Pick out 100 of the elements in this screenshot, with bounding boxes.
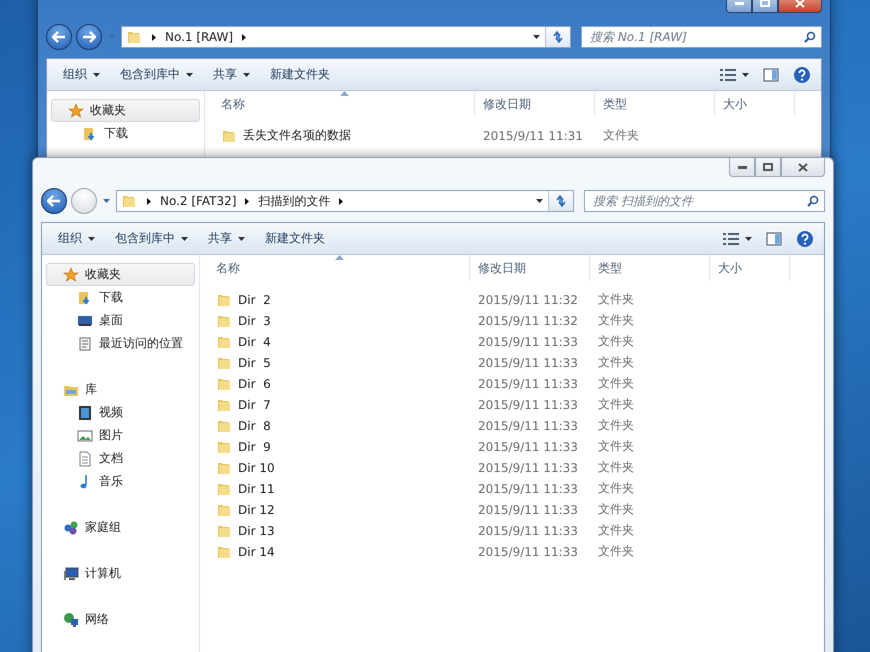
- file-name[interactable]: Dir 12: [208, 502, 470, 518]
- file-name[interactable]: Dir 2: [208, 292, 470, 308]
- caret-icon: [243, 72, 250, 76]
- close-button[interactable]: [781, 158, 825, 177]
- file-name[interactable]: Dir 10: [208, 460, 470, 476]
- forward-button[interactable]: [76, 24, 102, 50]
- toolbar-button[interactable]: 共享: [205, 62, 258, 87]
- minimize-icon: [734, 2, 744, 4]
- caret-icon: [93, 72, 100, 76]
- toolbar-button[interactable]: 包含到库中: [112, 62, 201, 87]
- file-name[interactable]: Dir 4: [208, 334, 470, 350]
- refresh-button[interactable]: [545, 27, 570, 47]
- breadcrumb[interactable]: 扫描到的文件: [255, 192, 334, 210]
- address-bar[interactable]: No.2 [FAT32] 扫描到的文件: [116, 190, 574, 212]
- toolbar-button[interactable]: 组织: [55, 62, 108, 87]
- nav-item[interactable]: 桌面: [46, 309, 195, 332]
- file-name[interactable]: 丢失文件名项的数据: [213, 127, 475, 144]
- modified-date: 2015/9/11 11:33: [477, 502, 579, 516]
- file-type: 文件夹: [597, 396, 635, 413]
- caret-icon: [742, 72, 749, 76]
- toolbar-button[interactable]: 组织: [50, 226, 103, 251]
- file-type: 文件夹: [597, 480, 635, 497]
- modified-date: 2015/9/11 11:31: [482, 128, 584, 142]
- file-type: 文件夹: [597, 417, 635, 434]
- nav-item[interactable]: 视频: [46, 401, 195, 424]
- column-header[interactable]: 类型: [595, 91, 715, 117]
- caret-icon: [88, 236, 95, 240]
- toolbar-button[interactable]: 共享: [200, 226, 253, 251]
- nav-item[interactable]: 收藏夹: [46, 263, 195, 286]
- preview-pane-button[interactable]: [761, 66, 781, 84]
- history-dropdown-button[interactable]: [101, 197, 112, 205]
- nav-item[interactable]: 库: [46, 378, 195, 401]
- column-header[interactable]: 修改日期: [475, 91, 595, 117]
- search-icon: [804, 31, 816, 43]
- file-name[interactable]: Dir 8: [208, 418, 470, 434]
- network-icon: [63, 612, 79, 628]
- star-icon: [68, 102, 84, 118]
- file-type: 文件夹: [602, 127, 640, 144]
- nav-item[interactable]: 最近访问的位置: [46, 332, 195, 355]
- breadcrumb[interactable]: No.1 [RAW]: [162, 30, 236, 44]
- column-header[interactable]: 类型: [590, 255, 710, 281]
- caret-icon: [181, 236, 188, 240]
- file-name[interactable]: Dir 9: [208, 438, 470, 454]
- file-type: 文件夹: [597, 312, 635, 329]
- modified-date: 2015/9/11 11:32: [477, 314, 579, 328]
- help-icon: [796, 230, 814, 248]
- column-header[interactable]: 大小: [710, 255, 790, 281]
- toolbar-button[interactable]: 新建文件夹: [257, 226, 333, 251]
- left-arrow-icon: [52, 31, 66, 43]
- chevron-icon: [339, 198, 344, 204]
- file-name[interactable]: Dir 7: [208, 396, 470, 412]
- nav-item[interactable]: 音乐: [46, 470, 195, 493]
- column-header[interactable]: 名称: [208, 255, 470, 281]
- preview-pane-icon: [766, 232, 782, 246]
- maximize-icon: [763, 163, 773, 171]
- maximize-button[interactable]: [755, 158, 781, 177]
- modified-date: 2015/9/11 11:33: [477, 482, 579, 496]
- file-name[interactable]: Dir 5: [208, 354, 470, 370]
- file-type: 文件夹: [597, 522, 635, 539]
- list-view-icon: [723, 232, 739, 244]
- star-icon: [63, 266, 79, 282]
- search-field[interactable]: 搜索 No.1 [RAW]: [581, 26, 822, 48]
- folder-icon: [121, 193, 137, 209]
- modified-date: 2015/9/11 11:33: [477, 376, 579, 390]
- column-header[interactable]: 名称: [213, 91, 475, 117]
- close-icon: [795, 0, 805, 8]
- column-header[interactable]: 大小: [715, 91, 795, 117]
- modified-date: 2015/9/11 11:33: [477, 398, 579, 412]
- nav-item[interactable]: 家庭组: [46, 516, 195, 539]
- column-header[interactable]: 修改日期: [470, 255, 590, 281]
- nav-item[interactable]: 网络: [46, 608, 195, 631]
- file-name[interactable]: Dir 3: [208, 312, 470, 328]
- nav-item[interactable]: 图片: [46, 424, 195, 447]
- toolbar-button[interactable]: 包含到库中: [107, 226, 196, 251]
- view-options-button[interactable]: [721, 230, 754, 246]
- chevron-icon: [147, 198, 151, 204]
- nav-item[interactable]: 收藏夹: [51, 99, 200, 122]
- file-name[interactable]: Dir 11: [208, 480, 470, 496]
- file-type: 文件夹: [597, 459, 635, 476]
- preview-pane-button[interactable]: [764, 230, 784, 248]
- nav-item[interactable]: 下载: [51, 122, 200, 145]
- nav-item[interactable]: 下载: [46, 286, 195, 309]
- homegroup-icon: [63, 520, 79, 536]
- refresh-button[interactable]: [548, 191, 573, 211]
- minimize-button[interactable]: [729, 158, 755, 177]
- file-name[interactable]: Dir 6: [208, 376, 470, 392]
- toolbar-button[interactable]: 新建文件夹: [262, 62, 338, 87]
- search-field[interactable]: 搜索 扫描到的文件: [584, 190, 825, 212]
- nav-item[interactable]: 文档: [46, 447, 195, 470]
- breadcrumb[interactable]: No.2 [FAT32]: [157, 194, 240, 208]
- nav-item[interactable]: 计算机: [46, 562, 195, 585]
- back-button[interactable]: [41, 188, 67, 214]
- view-options-button[interactable]: [718, 66, 751, 82]
- file-name[interactable]: Dir 13: [208, 522, 470, 538]
- back-button[interactable]: [46, 24, 72, 50]
- address-bar[interactable]: No.1 [RAW]: [121, 26, 571, 48]
- file-name[interactable]: Dir 14: [208, 544, 470, 560]
- picture-icon: [77, 428, 93, 444]
- computer-icon: [63, 566, 79, 582]
- modified-date: 2015/9/11 11:33: [477, 524, 579, 538]
